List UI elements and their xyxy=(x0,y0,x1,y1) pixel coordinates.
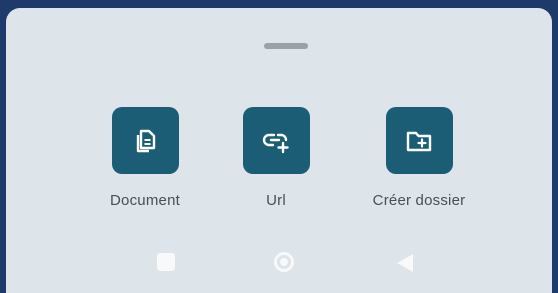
navigation-bar xyxy=(6,252,552,282)
create-folder-action[interactable]: Créer dossier xyxy=(354,107,484,209)
folder-add-icon xyxy=(406,131,432,151)
url-tile[interactable] xyxy=(242,107,310,174)
bottom-sheet: Document Url Créer dossier xyxy=(6,8,552,293)
square-icon xyxy=(157,253,175,271)
circle-icon xyxy=(274,252,294,272)
document-tile[interactable] xyxy=(111,107,179,174)
back-button[interactable] xyxy=(394,252,416,274)
url-action[interactable]: Url xyxy=(211,107,341,209)
home-button[interactable] xyxy=(270,248,298,276)
create-folder-label: Créer dossier xyxy=(372,192,466,209)
link-add-icon xyxy=(262,133,289,153)
url-label: Url xyxy=(266,192,286,209)
document-label: Document xyxy=(110,192,180,209)
recent-apps-button[interactable] xyxy=(156,252,176,272)
drag-handle[interactable] xyxy=(264,43,308,49)
triangle-back-icon xyxy=(397,254,413,272)
document-icon xyxy=(136,129,156,152)
document-action[interactable]: Document xyxy=(80,107,210,209)
create-folder-tile[interactable] xyxy=(385,107,453,174)
